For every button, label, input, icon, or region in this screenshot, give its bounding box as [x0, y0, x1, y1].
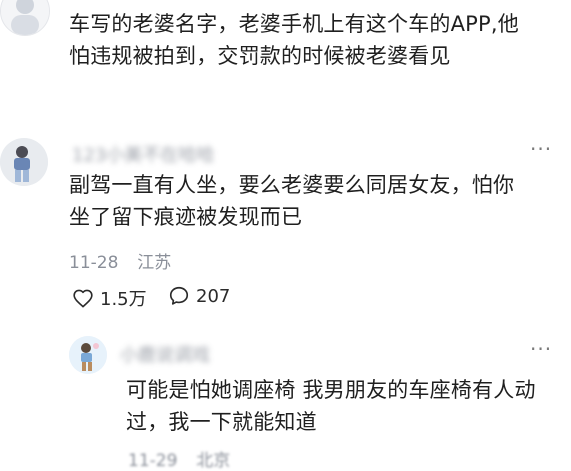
like-count: 1.5万 — [100, 289, 147, 310]
comment-location: 江苏 — [137, 253, 172, 273]
comment-text-line: 坐了留下痕迹被发现而已 — [69, 205, 303, 229]
username[interactable]: 123小美不在哈哈 — [72, 141, 214, 167]
comment-location: 北京 — [196, 451, 231, 471]
more-icon[interactable]: ··· — [530, 337, 552, 361]
avatar[interactable] — [69, 336, 107, 374]
heart-icon — [72, 288, 94, 308]
comment-meta: 11-28 江苏 — [69, 248, 171, 273]
username[interactable]: 小鹿说调戏 — [120, 341, 210, 367]
comment-icon — [168, 285, 190, 307]
avatar-image — [1, 0, 49, 35]
avatar[interactable] — [0, 0, 50, 36]
reply-count: 207 — [196, 285, 231, 307]
comment-date: 11-28 — [69, 253, 119, 273]
more-label: ··· — [530, 137, 553, 161]
comment-text: 副驾一直有人坐，要么老婆要么同居女友，怕你 坐了留下痕迹被发现而已 — [69, 169, 559, 233]
comment-meta: 11-29 北京 — [128, 446, 230, 471]
more-icon[interactable]: ··· — [530, 137, 552, 161]
more-label: ··· — [530, 337, 553, 361]
comment-text-line: 副驾一直有人坐，要么老婆要么同居女友，怕你 — [69, 173, 515, 197]
comment-text-line: 过，我一下就能知道 — [126, 410, 317, 434]
avatar-image — [69, 336, 107, 374]
comment-text-line: 怕违规被拍到，交罚款的时候被老婆看见 — [69, 44, 451, 68]
comment-text-line: 车写的老婆名字，老婆手机上有这个车的APP,他 — [69, 12, 519, 36]
avatar[interactable] — [0, 138, 48, 186]
avatar-image — [0, 138, 48, 186]
comment-text: 可能是怕她调座椅 我男朋友的车座椅有人动 过，我一下就能知道 — [126, 374, 566, 438]
like-button[interactable]: 1.5万 — [72, 285, 147, 311]
reply-button[interactable]: 207 — [168, 285, 230, 307]
comment-text-line: 可能是怕她调座椅 我男朋友的车座椅有人动 — [126, 378, 536, 402]
comment-text: 车写的老婆名字，老婆手机上有这个车的APP,他 怕违规被拍到，交罚款的时候被老婆… — [69, 8, 559, 72]
comment-date: 11-29 — [128, 451, 178, 471]
